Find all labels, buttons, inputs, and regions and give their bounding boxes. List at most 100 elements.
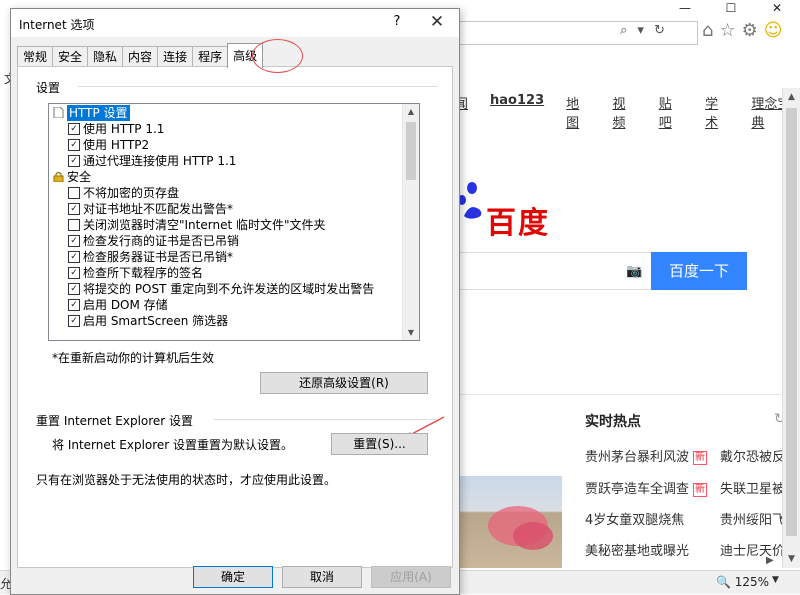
zoom-dropdown-icon[interactable]: ▼ [772,575,779,585]
tree-row-label: 启用 SmartScreen 筛选器 [83,314,229,328]
reset-description: 将 Internet Explorer 设置重置为默认设置。 [52,438,294,452]
hot-item[interactable]: 贵州茅台暴利风波新 [585,446,708,465]
tab-security[interactable]: 安全 [52,46,89,67]
scroll-down-arrow-icon[interactable]: ▼ [403,328,419,337]
toolbar-icons: ⌂ ☆ ⚙ ☺ [702,20,782,41]
reset-note: 只有在浏览器处于无法使用的状态时，才应使用此设置。 [36,473,337,487]
window-controls: — ☐ ✕ [662,0,800,18]
tab-connections[interactable]: 连接 [157,46,194,67]
tree-row-label: 检查发行商的证书是否已吊销 [83,234,240,248]
checkbox-checked[interactable]: ✓ [68,139,80,151]
page-scrollbar[interactable]: ▲ ▼ [782,88,800,568]
dialog-tabs: 常规 安全 隐私 内容 连接 程序 高级 [17,43,264,68]
baidu-search-button[interactable]: 百度一下 [651,252,747,290]
tree-row-label: 通过代理连接使用 HTTP 1.1 [83,154,237,168]
dialog-titlebar[interactable]: Internet 选项 ? ✕ [11,9,459,37]
scrollbar-thumb[interactable] [406,122,416,180]
tab-advanced[interactable]: 高级 [227,43,264,68]
nav-link-xueshu[interactable]: 学术 [705,93,729,131]
content-divider [458,394,781,395]
restart-note: *在重新启动你的计算机后生效 [52,351,215,365]
close-window-button[interactable]: ✕ [754,0,800,18]
checkbox-unchecked[interactable] [68,187,80,199]
nav-link-tieba[interactable]: 贴吧 [659,93,683,131]
smiley-feedback-icon[interactable]: ☺ [764,20,783,41]
tree-row-label: 检查服务器证书是否已吊销* [83,250,234,264]
home-icon[interactable]: ⌂ [702,20,713,41]
baidu-nav-links: 闻 hao123 地图 视频 贴吧 学术 理念宝典 [455,93,800,131]
image-smoke [513,522,553,550]
hot-item[interactable]: 贾跃亭造车全调查新 [585,478,708,497]
gear-icon[interactable]: ⚙ [742,20,758,41]
zoom-value: 125% [734,575,770,589]
hot-item[interactable]: 戴尔恐被反 [720,446,785,465]
checkbox-checked[interactable]: ✓ [68,299,80,311]
checkbox-checked[interactable]: ✓ [68,283,80,295]
reset-button[interactable]: 重置(S)... [331,433,428,455]
checkbox-unchecked[interactable] [68,219,80,231]
internet-options-dialog: Internet 选项 ? ✕ 常规 安全 隐私 内容 连接 程序 高级 设置 … [10,8,460,595]
tree-row-label: 将提交的 POST 重定向到不允许发送的区域时发出警告 [83,282,375,296]
hot-item[interactable]: 4岁女童双腿烧焦 [585,509,684,528]
hot-item[interactable]: 贵州绥阳飞 [720,509,785,528]
settings-group-label: 设置 [36,81,61,95]
address-bar-icons[interactable]: ⌕ ▾ ↻ [620,23,668,38]
dialog-title: Internet 选项 [19,18,95,32]
tree-row-label: 使用 HTTP2 [83,138,150,152]
news-image[interactable] [458,476,562,568]
help-button[interactable]: ? [387,14,407,29]
tree-scrollbar[interactable]: ▲ ▼ [402,104,419,340]
page-icon [53,107,64,118]
tree-row-label: 检查所下载程序的签名 [83,266,204,280]
checkbox-checked[interactable]: ✓ [68,267,80,279]
new-badge: 新 [693,451,708,465]
group-rule [214,419,438,420]
minimize-button[interactable]: — [662,0,708,18]
checkbox-checked[interactable]: ✓ [68,123,80,135]
hot-item[interactable]: 美秘密基地或曝光 [585,540,689,559]
cancel-button[interactable]: 取消 [282,566,362,588]
ok-button[interactable]: 确定 [193,566,273,588]
new-badge: 新 [693,483,708,497]
baidu-logo-text: 百度 [486,206,550,241]
checkbox-checked[interactable]: ✓ [68,251,80,263]
zoom-level[interactable]: 🔍 125% [716,575,769,589]
scroll-down-arrow-icon[interactable]: ▼ [783,554,800,564]
nav-link-video[interactable]: 视频 [612,93,636,131]
reset-group-label: 重置 Internet Explorer 设置 [36,414,194,428]
settings-tree[interactable]: HTTP 设置 ✓ 使用 HTTP 1.1 ✓ 使用 HTTP2 ✓ 通过代理连接使用 HT… [48,103,420,341]
tab-content[interactable]: 内容 [122,46,159,67]
scroll-right-arrow-icon[interactable]: ▶ [766,555,774,566]
lock-icon [53,171,64,182]
apply-button[interactable]: 应用(A) [371,566,451,588]
checkbox-checked[interactable]: ✓ [68,315,80,327]
baidu-paw-icon [458,182,482,219]
maximize-button[interactable]: ☐ [708,0,754,18]
tree-row-label: 对证书地址不匹配发出警告* [83,202,234,216]
checkbox-checked[interactable]: ✓ [68,235,80,247]
nav-link-map[interactable]: 地图 [566,93,590,131]
tree-row-label: 使用 HTTP 1.1 [83,122,165,136]
restore-advanced-settings-button[interactable]: 还原高级设置(R) [260,372,428,394]
baidu-search-input[interactable] [457,252,651,290]
camera-icon[interactable]: 📷 [626,264,642,279]
scroll-up-arrow-icon[interactable]: ▲ [403,107,419,116]
hot-topics-title: 实时热点 [585,414,641,430]
checkbox-checked[interactable]: ✓ [68,155,80,167]
tree-row-label: 不将加密的页存盘 [83,186,180,200]
tree-row-label: 安全 [67,170,92,184]
tab-programs[interactable]: 程序 [192,46,229,67]
tab-privacy[interactable]: 隐私 [87,46,124,67]
advanced-tab-panel: 设置 HTTP 设置 ✓ 使用 HTTP 1.1 ✓ 使用 HTTP2 ✓ 通过代理连接使用… [17,66,453,568]
hot-item[interactable]: 迪士尼天价 [720,540,785,559]
scroll-up-arrow-icon[interactable]: ▲ [783,92,800,102]
checkbox-checked[interactable]: ✓ [68,203,80,215]
hot-item[interactable]: 失联卫星被 [720,478,785,497]
tab-general[interactable]: 常规 [17,46,54,67]
baidu-logo: 百度 [456,168,576,241]
favorites-star-icon[interactable]: ☆ [719,20,735,41]
nav-link-hao123[interactable]: hao123 [490,93,544,131]
tree-row-label: 关闭浏览器时清空"Internet 临时文件"文件夹 [83,218,326,232]
scrollbar-thumb[interactable] [786,108,797,536]
dialog-close-button[interactable]: ✕ [424,12,450,32]
